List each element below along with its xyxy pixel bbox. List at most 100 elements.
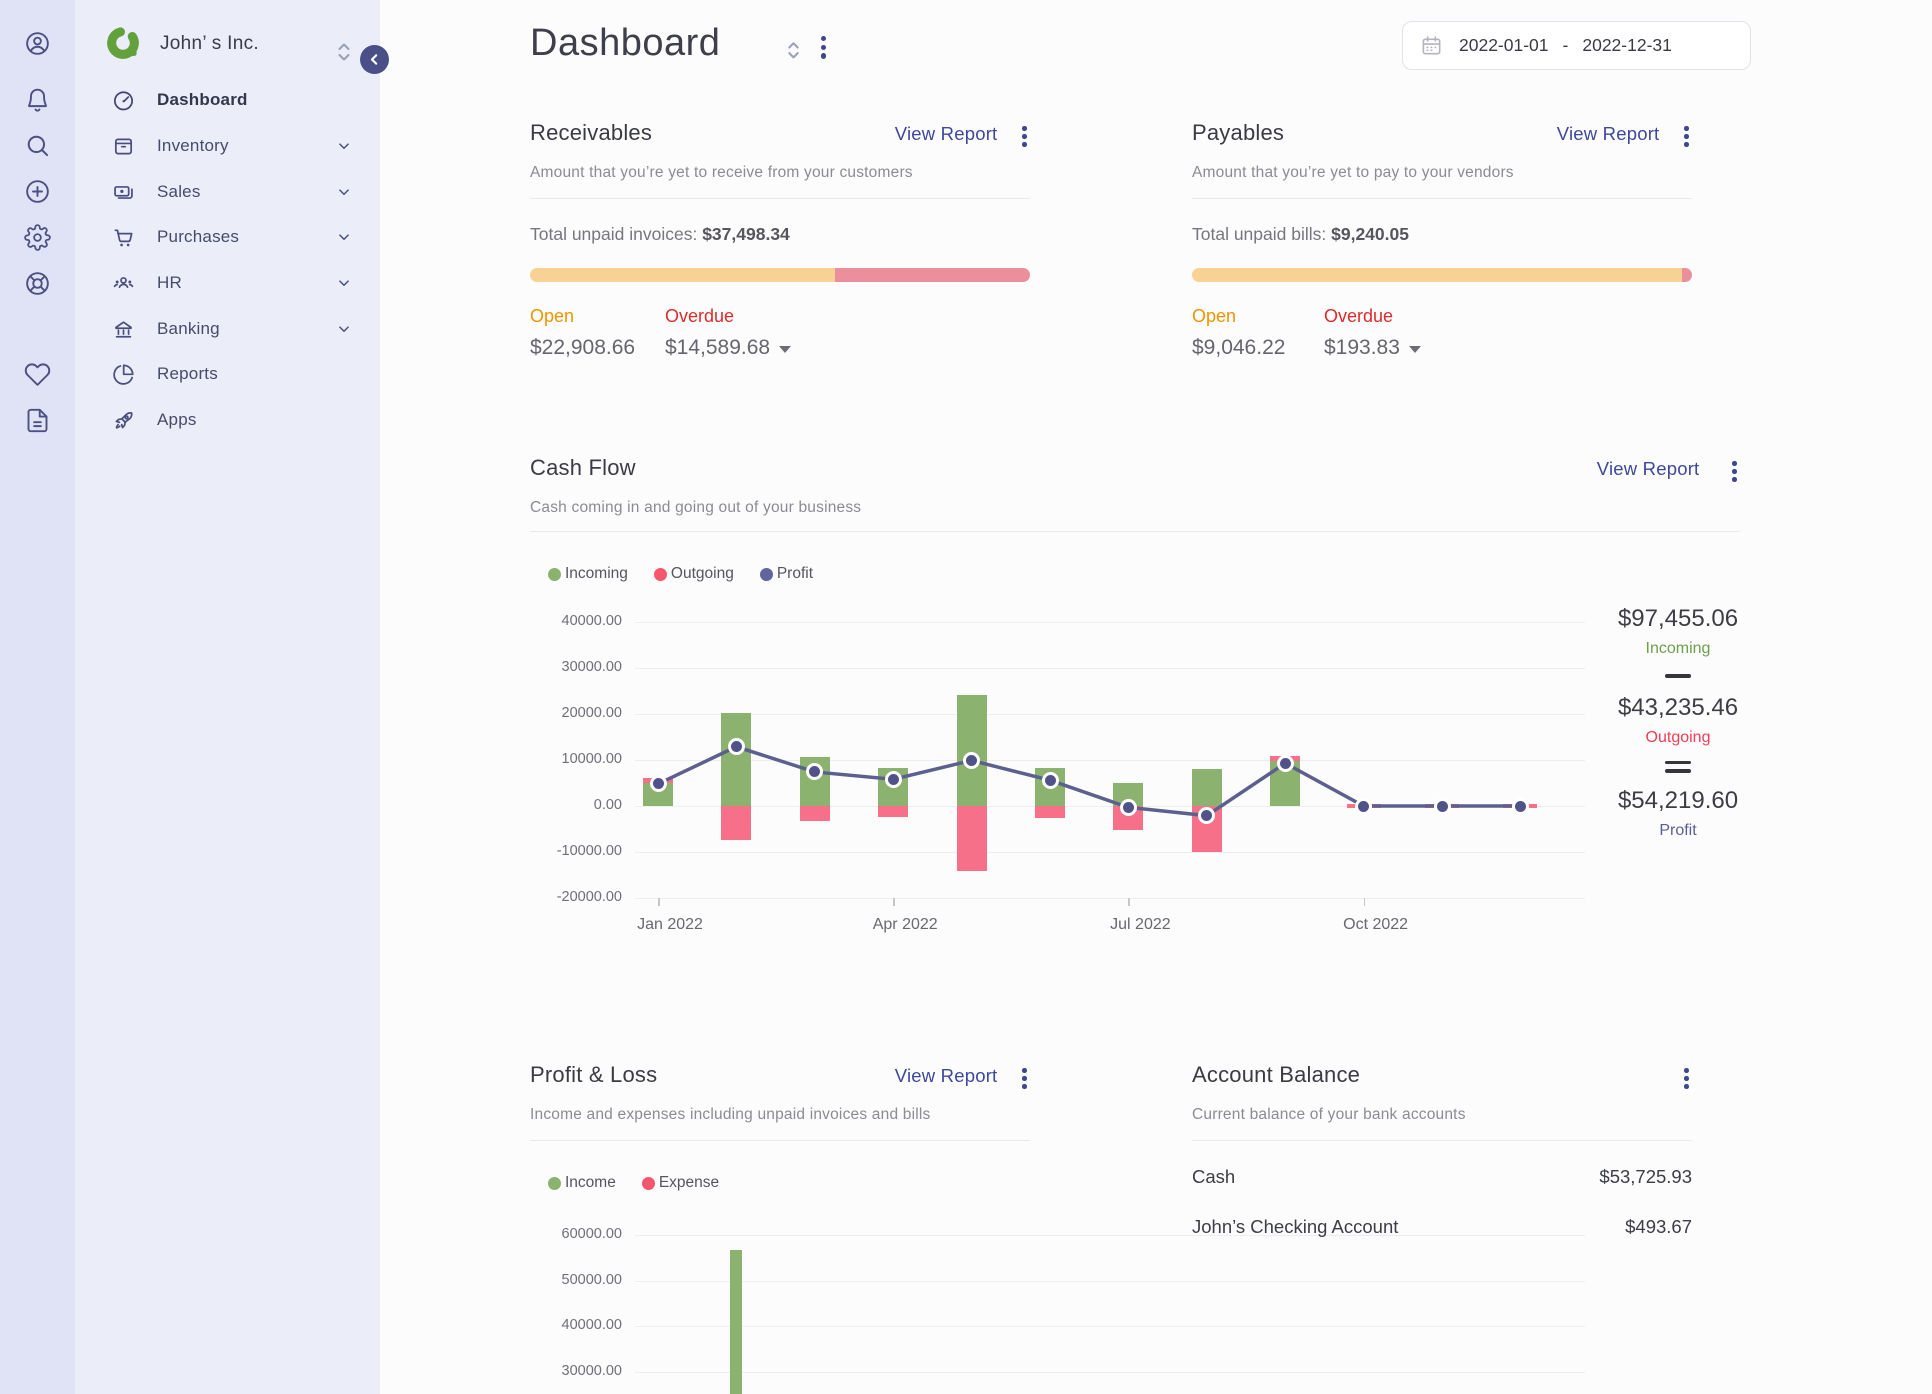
- payables-progress-bar: [1192, 268, 1692, 282]
- payables-overdue-label: Overdue: [1324, 306, 1394, 326]
- cash-flow-card: Cash Flow View Report Cash coming in and…: [530, 455, 1740, 955]
- payables-open-value: $9,046.22: [1192, 336, 1286, 359]
- search-icon[interactable]: [24, 132, 51, 159]
- divider: [530, 198, 1030, 199]
- gridline: [635, 1372, 1585, 1374]
- account-row-checking: John’s Checking Account $493.67: [1192, 1216, 1692, 1237]
- sidebar-item-banking[interactable]: Banking: [75, 307, 380, 351]
- profit-point: [649, 775, 667, 793]
- sidebar-item-dashboard[interactable]: Dashboard: [75, 78, 380, 122]
- expense-legend-dot: [641, 1176, 655, 1190]
- profit-point: [1355, 797, 1373, 815]
- chevron-down-icon: [335, 274, 353, 292]
- cash-icon: [112, 181, 135, 204]
- sidebar-item-purchases[interactable]: Purchases: [75, 215, 380, 259]
- legend-item-profit: Profit: [759, 565, 813, 583]
- y-axis-label: -20000.00: [556, 889, 622, 905]
- y-axis-label: 40000.00: [561, 613, 622, 629]
- divider: [1192, 198, 1692, 199]
- date-range-start: 2022-01-01: [1459, 35, 1549, 55]
- favorites-heart-icon[interactable]: [24, 361, 51, 388]
- receivables-overdue-label: Overdue: [665, 306, 735, 326]
- outgoing-total-value: $43,235.46: [1617, 693, 1739, 721]
- payables-subtitle: Amount that you’re yet to pay to your ve…: [1192, 164, 1514, 181]
- income-legend-dot: [548, 1176, 561, 1190]
- y-axis-label: 20000.00: [561, 705, 622, 721]
- receivables-kebab[interactable]: [1019, 123, 1030, 150]
- pie-chart-icon: [112, 363, 135, 386]
- receivables-overdue-segment: [835, 268, 1030, 282]
- sidebar-item-label: Dashboard: [157, 90, 248, 109]
- account-balance-subtitle: Current balance of your bank accounts: [1192, 1106, 1466, 1123]
- chevron-down-icon: [335, 320, 353, 338]
- minus-sign: [1665, 674, 1691, 678]
- payables-view-report-link[interactable]: View Report: [1557, 123, 1660, 145]
- receivables-subtitle: Amount that you’re yet to receive from y…: [530, 164, 913, 181]
- profit-loss-title: Profit & Loss: [530, 1062, 658, 1087]
- sidebar-item-label: Inventory: [157, 136, 229, 155]
- y-axis-label: 10000.00: [561, 751, 622, 767]
- cash-flow-kebab[interactable]: [1729, 458, 1740, 485]
- payables-total: Total unpaid bills: $9,240.05: [1192, 224, 1409, 244]
- date-range-separator: -: [1562, 35, 1569, 55]
- receivables-overdue-value: $14,589.68: [665, 336, 792, 360]
- profit-loss-view-report-link[interactable]: View Report: [895, 1065, 998, 1087]
- receivables-open-label: Open: [530, 306, 575, 326]
- documents-file-icon[interactable]: [24, 407, 51, 434]
- profit-point: [1433, 797, 1451, 815]
- outgoing-total-label: Outgoing: [1645, 728, 1711, 746]
- payables-open-segment: [1192, 268, 1682, 282]
- payables-kebab[interactable]: [1681, 123, 1692, 150]
- divider: [530, 1140, 1030, 1141]
- sidebar-collapse-button[interactable]: [360, 45, 389, 74]
- sidebar-item-label: Reports: [157, 364, 218, 383]
- sidebar-item-hr[interactable]: HR: [75, 261, 380, 305]
- outgoing-legend-dot: [653, 567, 667, 581]
- dashboard-menu-kebab[interactable]: [818, 33, 829, 62]
- user-profile-icon[interactable]: [24, 30, 51, 57]
- y-axis-label: 60000.00: [561, 1226, 622, 1242]
- profit-total-value: $54,219.60: [1617, 786, 1739, 814]
- cash-flow-view-report-link[interactable]: View Report: [1597, 458, 1700, 480]
- overdue-dropdown-caret-icon[interactable]: [1408, 346, 1421, 353]
- sidebar-item-sales[interactable]: Sales: [75, 170, 380, 214]
- profit-point: [963, 751, 981, 769]
- help-lifebuoy-icon[interactable]: [24, 270, 51, 297]
- sidebar-item-apps[interactable]: Apps: [75, 398, 380, 442]
- sidebar-item-reports[interactable]: Reports: [75, 352, 380, 396]
- chevron-down-icon: [335, 228, 353, 246]
- settings-gear-icon[interactable]: [24, 224, 51, 251]
- divider: [530, 531, 1740, 532]
- account-balance-title: Account Balance: [1192, 1062, 1361, 1087]
- profit-line: [657, 744, 1521, 818]
- quick-add-plus-icon[interactable]: [24, 178, 51, 205]
- profit-loss-card: Profit & Loss View Report Income and exp…: [530, 1062, 1585, 1394]
- y-axis-label: 30000.00: [561, 1363, 622, 1380]
- sidebar-item-label: Sales: [157, 182, 201, 201]
- dashboard-switcher-icon[interactable]: [786, 40, 801, 62]
- receivables-view-report-link[interactable]: View Report: [895, 123, 998, 145]
- account-balance-kebab[interactable]: [1681, 1065, 1692, 1092]
- divider: [1192, 1140, 1692, 1141]
- company-switcher-icon[interactable]: [336, 41, 352, 63]
- profit-point: [1119, 798, 1137, 816]
- profit-legend-dot: [759, 567, 773, 581]
- sidebar-item-label: Apps: [157, 410, 197, 429]
- archive-box-icon: [112, 135, 135, 158]
- overdue-dropdown-caret-icon[interactable]: [779, 346, 792, 353]
- cart-icon: [112, 226, 135, 249]
- incoming-total-label: Incoming: [1645, 640, 1711, 657]
- payables-overdue-segment: [1681, 268, 1692, 282]
- cash-flow-title: Cash Flow: [530, 455, 636, 480]
- y-axis-label: 40000.00: [561, 1317, 622, 1334]
- bank-icon: [112, 318, 135, 341]
- date-range-picker[interactable]: 2022-01-01 - 2022-12-31: [1402, 21, 1751, 70]
- profit-point: [1041, 771, 1059, 789]
- incoming-legend-dot: [548, 567, 561, 581]
- sidebar-item-label: Banking: [157, 319, 220, 338]
- company-logo-icon[interactable]: [106, 26, 140, 60]
- profit-loss-kebab[interactable]: [1019, 1065, 1030, 1092]
- payables-open-label: Open: [1192, 306, 1237, 326]
- sidebar-item-inventory[interactable]: Inventory: [75, 124, 380, 168]
- notifications-bell-icon[interactable]: [24, 87, 51, 114]
